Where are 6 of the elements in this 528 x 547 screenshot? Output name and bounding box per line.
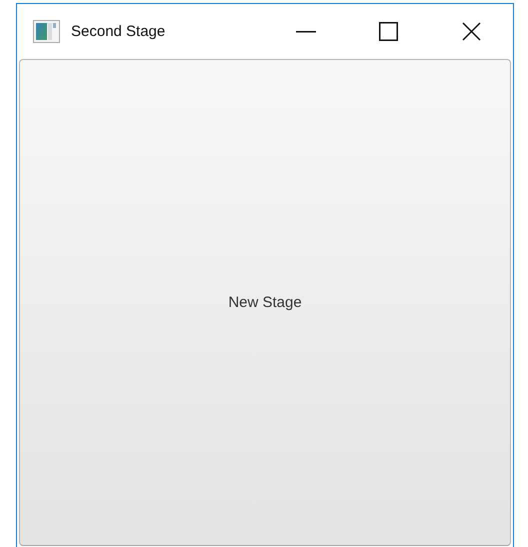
new-stage-button[interactable]: New Stage: [19, 59, 511, 546]
window-title: Second Stage: [71, 23, 166, 40]
maximize-icon: [379, 22, 398, 41]
close-icon: [462, 22, 481, 41]
minimize-icon: [296, 30, 316, 32]
window-icon: [33, 20, 60, 43]
